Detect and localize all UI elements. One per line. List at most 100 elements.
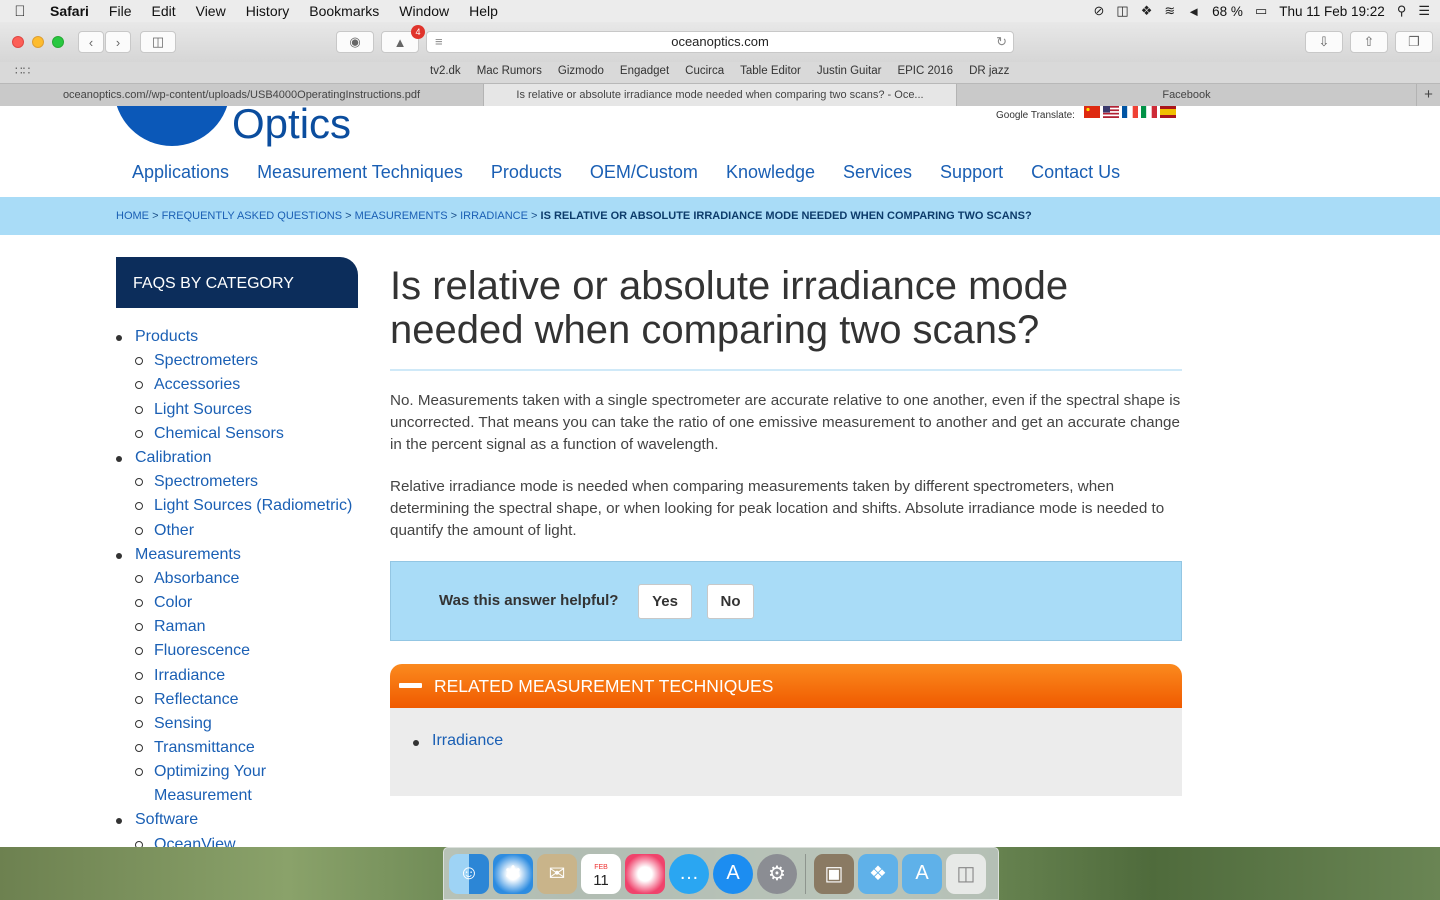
dropbox-icon[interactable]: ❖	[1141, 3, 1153, 19]
sidebar-subitem[interactable]: Raman	[116, 615, 366, 639]
sidebar-subitem[interactable]: Accessories	[116, 373, 366, 397]
tab-active-faq[interactable]: Is relative or absolute irradiance mode …	[484, 84, 957, 107]
fullscreen-window-button[interactable]	[52, 36, 64, 48]
nav-contact-us[interactable]: Contact Us	[1031, 162, 1120, 183]
sidebar-subitem[interactable]: Other	[116, 519, 366, 543]
flag-italy-icon[interactable]	[1141, 106, 1157, 118]
downloads-button[interactable]: ⇩	[1305, 31, 1343, 53]
menu-file[interactable]: File	[99, 3, 142, 19]
sidebar-subitem[interactable]: Light Sources	[116, 398, 366, 422]
tab-pdf[interactable]: oceanoptics.com//wp-content/uploads/USB4…	[0, 84, 484, 107]
shield-status-icon[interactable]: ◫	[1116, 3, 1128, 19]
ghostery-extension-button[interactable]: ▲ 4	[381, 25, 425, 53]
sidebar-item-measurements[interactable]: Measurements	[116, 543, 366, 567]
address-bar[interactable]: ≡ oceanoptics.com ↻	[426, 31, 1014, 53]
share-button[interactable]: ⇧	[1350, 31, 1388, 53]
bookmark-item[interactable]: Engadget	[620, 65, 669, 77]
flag-usa-icon[interactable]	[1103, 106, 1119, 118]
volume-icon[interactable]: ◄	[1187, 4, 1200, 19]
minimize-window-button[interactable]	[32, 36, 44, 48]
nav-applications[interactable]: Applications	[132, 162, 229, 183]
wifi-icon[interactable]: ≋	[1164, 3, 1175, 19]
safari-icon[interactable]: ✻	[493, 853, 533, 894]
back-button[interactable]: ‹	[78, 31, 104, 53]
bookmark-item[interactable]: Mac Rumors	[477, 65, 542, 77]
tab-facebook[interactable]: Facebook	[957, 84, 1417, 107]
system-preferences-icon[interactable]: ⚙	[757, 853, 797, 894]
related-link-irradiance[interactable]: Irradiance	[412, 732, 503, 750]
reader-icon[interactable]: ≡	[435, 32, 443, 52]
no-button[interactable]: No	[707, 584, 754, 619]
clock[interactable]: Thu 11 Feb 19:22	[1279, 4, 1385, 19]
bookmark-item[interactable]: DR jazz	[969, 65, 1009, 77]
bookmark-item[interactable]: EPIC 2016	[897, 65, 953, 77]
battery-icon[interactable]: ▭	[1255, 3, 1267, 19]
menu-edit[interactable]: Edit	[141, 3, 185, 19]
sidebar-subitem[interactable]: Irradiance	[116, 664, 366, 688]
menu-bookmarks[interactable]: Bookmarks	[299, 3, 389, 19]
sidebar-subitem[interactable]: Optimizing Your Measurement	[116, 760, 366, 808]
app-store-icon[interactable]: A	[713, 853, 753, 894]
sidebar-subitem[interactable]: Absorbance	[116, 567, 366, 591]
sidebar-subitem[interactable]: Sensing	[116, 712, 366, 736]
sidebar-subitem[interactable]: Spectrometers	[116, 349, 366, 373]
nav-oem-custom[interactable]: OEM/Custom	[590, 162, 698, 183]
sidebar-subitem[interactable]: Light Sources (Radiometric)	[116, 494, 366, 518]
battery-percent[interactable]: 68 %	[1212, 4, 1243, 19]
trash-icon[interactable]: ◫	[946, 853, 986, 894]
collapse-minus-icon[interactable]	[399, 683, 422, 688]
top-sites-grid-icon[interactable]: ∷∷	[15, 64, 30, 78]
sidebar-subitem[interactable]: Spectrometers	[116, 470, 366, 494]
bookmark-item[interactable]: Cucirca	[685, 65, 724, 77]
sidebar-subitem[interactable]: Color	[116, 591, 366, 615]
sidebar-item-calibration[interactable]: Calibration	[116, 446, 366, 470]
sidebar-item-products[interactable]: Products	[116, 325, 366, 349]
menu-history[interactable]: History	[236, 3, 300, 19]
itunes-icon[interactable]: ♫	[625, 853, 665, 894]
new-tab-button[interactable]: +	[1417, 84, 1440, 107]
menu-view[interactable]: View	[186, 3, 236, 19]
flag-france-icon[interactable]	[1122, 106, 1138, 118]
close-window-button[interactable]	[12, 36, 24, 48]
tab-overview-button[interactable]: ❐	[1395, 31, 1433, 53]
sidebar-subitem[interactable]: Chemical Sensors	[116, 422, 366, 446]
bookmark-item[interactable]: Justin Guitar	[817, 65, 882, 77]
nav-products[interactable]: Products	[491, 162, 562, 183]
bookmark-item[interactable]: Gizmodo	[558, 65, 604, 77]
dropbox-folder-icon[interactable]: ❖	[858, 853, 898, 894]
sidebar-subitem[interactable]: Reflectance	[116, 688, 366, 712]
menu-help[interactable]: Help	[459, 3, 508, 19]
menu-app-name[interactable]: Safari	[40, 3, 99, 19]
extension-button[interactable]: ◉	[336, 31, 374, 53]
finder-icon[interactable]: ☺	[449, 853, 489, 894]
site-logo-text[interactable]: Optics	[232, 106, 351, 148]
sidebar-subitem[interactable]: OceanView	[116, 833, 366, 847]
applications-folder-icon[interactable]: A	[902, 853, 942, 894]
messages-icon[interactable]: …	[669, 853, 709, 894]
nav-support[interactable]: Support	[940, 162, 1003, 183]
flag-china-icon[interactable]	[1084, 106, 1100, 118]
spotlight-search-icon[interactable]: ⚲	[1397, 3, 1407, 19]
sidebar-item-software[interactable]: Software	[116, 808, 366, 832]
nav-services[interactable]: Services	[843, 162, 912, 183]
breadcrumb-measurements[interactable]: MEASUREMENTS	[355, 210, 448, 222]
menu-window[interactable]: Window	[389, 3, 459, 19]
related-techniques-header[interactable]: RELATED MEASUREMENT TECHNIQUES	[390, 664, 1182, 708]
mail-stamp-icon[interactable]: ✉	[537, 853, 577, 894]
nav-knowledge[interactable]: Knowledge	[726, 162, 815, 183]
calendar-icon[interactable]: FEB 11	[581, 853, 621, 894]
forward-button[interactable]: ›	[105, 31, 131, 53]
nav-measurement-techniques[interactable]: Measurement Techniques	[257, 162, 463, 183]
sidebar-toggle-button[interactable]: ◫	[140, 31, 176, 53]
breadcrumb-home[interactable]: HOME	[116, 210, 149, 222]
bookmark-item[interactable]: tv2.dk	[430, 65, 461, 77]
sidebar-subitem[interactable]: Fluorescence	[116, 639, 366, 663]
notification-center-icon[interactable]: ☰	[1418, 3, 1430, 19]
breadcrumb-faq[interactable]: FREQUENTLY ASKED QUESTIONS	[162, 210, 343, 222]
bookmark-item[interactable]: Table Editor	[740, 65, 801, 77]
reload-icon[interactable]: ↻	[996, 32, 1007, 52]
yes-button[interactable]: Yes	[638, 584, 692, 619]
ocean-optics-logo-mark[interactable]	[114, 106, 230, 146]
apple-menu-icon[interactable]: 	[0, 3, 40, 20]
photo-stack-icon[interactable]: ▣	[814, 853, 854, 894]
